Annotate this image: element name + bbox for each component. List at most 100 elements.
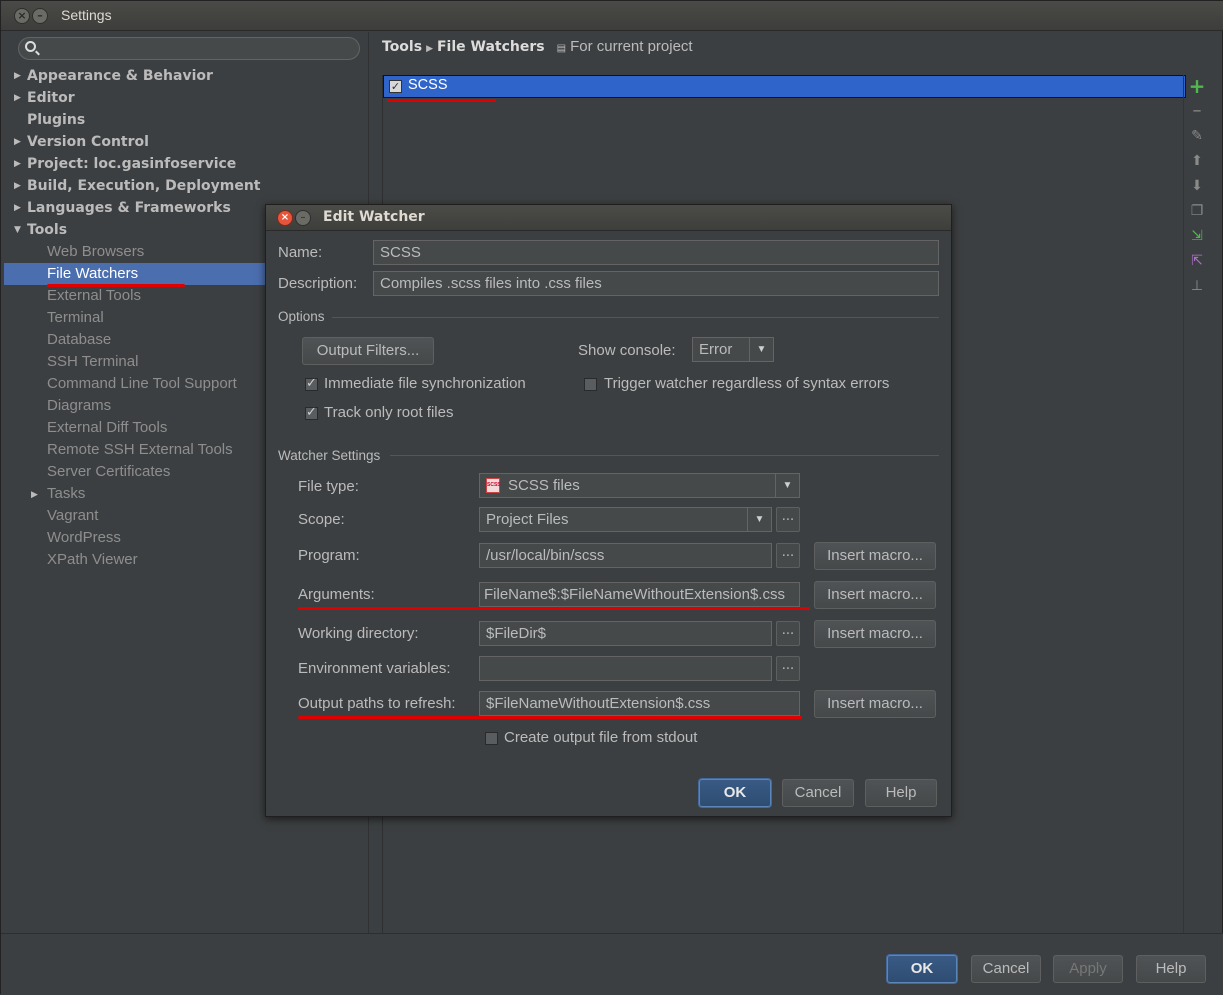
tree-item-file-watchers[interactable]: File Watchers: [47, 263, 138, 285]
tree-item-ssh-terminal[interactable]: SSH Terminal: [47, 351, 138, 373]
project-icon: ▤: [556, 43, 567, 54]
immediate-sync-label: Immediate file synchronization: [324, 375, 526, 392]
scope-select[interactable]: Project Files ▼: [479, 507, 772, 532]
file-type-label: File type:: [298, 478, 359, 495]
tree-item-project[interactable]: ▶ Project: loc.gasinfoservice: [14, 153, 236, 175]
tree-item-diagrams[interactable]: Diagrams: [47, 395, 111, 417]
show-console-label: Show console:: [578, 342, 676, 359]
working-dir-label: Working directory:: [298, 625, 419, 642]
output-filters-button[interactable]: Output Filters...: [302, 337, 434, 365]
tree-item-terminal[interactable]: Terminal: [47, 307, 104, 329]
edit-watcher-dialog: × – Edit Watcher Name: SCSS Description:…: [265, 204, 952, 817]
annotation-underline: [47, 284, 185, 287]
dialog-ok-button[interactable]: OK: [699, 779, 771, 807]
program-field[interactable]: /usr/local/bin/scss: [479, 543, 772, 568]
scss-file-icon: SCSS: [486, 478, 501, 493]
tree-item-wordpress[interactable]: WordPress: [47, 527, 121, 549]
tree-item-server-certs[interactable]: Server Certificates: [47, 461, 170, 483]
cancel-button[interactable]: Cancel: [971, 955, 1041, 983]
track-root-checkbox[interactable]: [305, 405, 318, 420]
env-vars-field[interactable]: [479, 656, 772, 681]
close-dialog-icon[interactable]: ×: [277, 210, 293, 226]
trigger-watcher-label: Trigger watcher regardless of syntax err…: [604, 375, 890, 392]
settings-window: × – Settings ▶ Appearance & Behavior ▶ Edi…: [0, 0, 1223, 995]
edit-icon[interactable]: ✎: [1188, 127, 1206, 145]
breadcrumb: Tools ▶ File Watchers ▤ For current project: [382, 38, 693, 55]
tree-item-tasks[interactable]: ▶ Tasks: [31, 483, 85, 505]
tree-item-appearance[interactable]: ▶ Appearance & Behavior: [14, 65, 213, 87]
immediate-sync-checkbox[interactable]: [305, 376, 318, 391]
title-bar: × – Settings: [1, 1, 1223, 31]
working-dir-insert-macro-button[interactable]: Insert macro...: [814, 620, 936, 648]
env-vars-browse-button[interactable]: ...: [776, 656, 800, 681]
show-console-select[interactable]: Error ▼: [692, 337, 774, 362]
chevron-down-icon: ▼: [747, 508, 771, 531]
tree-item-command-line[interactable]: Command Line Tool Support: [47, 373, 237, 395]
move-down-icon[interactable]: ⬇: [1188, 177, 1206, 195]
ok-button[interactable]: OK: [887, 955, 957, 983]
track-root-label: Track only root files: [324, 404, 454, 421]
tree-item-build[interactable]: ▶ Build, Execution, Deployment: [14, 175, 261, 197]
tree-item-external-diff[interactable]: External Diff Tools: [47, 417, 167, 439]
divider: [332, 317, 939, 318]
annotation-underline: [298, 716, 802, 719]
window-title: Settings: [61, 7, 112, 23]
description-label: Description:: [278, 275, 358, 292]
working-dir-browse-button[interactable]: ...: [776, 621, 800, 646]
scope-browse-button[interactable]: ...: [776, 507, 800, 532]
annotation-underline: [387, 99, 496, 102]
trigger-watcher-checkbox[interactable]: [584, 378, 597, 391]
add-icon[interactable]: +: [1188, 76, 1206, 96]
file-type-select[interactable]: SCSS SCSS files ▼: [479, 473, 800, 498]
minimize-dialog-icon[interactable]: –: [295, 210, 311, 226]
export-icon[interactable]: ⇱: [1188, 252, 1206, 270]
output-paths-label: Output paths to refresh:: [298, 695, 456, 712]
chevron-down-icon: ▼: [749, 338, 773, 361]
tree-item-vagrant[interactable]: Vagrant: [47, 505, 98, 527]
project-scope-label: ▤ For current project: [556, 38, 693, 55]
tree-item-plugins[interactable]: Plugins: [27, 109, 85, 131]
tree-item-xpath-viewer[interactable]: XPath Viewer: [47, 549, 138, 571]
working-dir-field[interactable]: $FileDir$: [479, 621, 772, 646]
program-browse-button[interactable]: ...: [776, 543, 800, 568]
watcher-settings-section-title: Watcher Settings: [278, 448, 381, 463]
tree-item-remote-ssh[interactable]: Remote SSH External Tools: [47, 439, 233, 461]
arguments-insert-macro-button[interactable]: Insert macro...: [814, 581, 936, 609]
output-paths-field[interactable]: $FileNameWithoutExtension$.css: [479, 691, 800, 716]
copy-icon[interactable]: ❐: [1188, 202, 1206, 220]
remove-icon[interactable]: –: [1188, 102, 1206, 120]
list-item[interactable]: ✓ SCSS: [383, 75, 1186, 98]
help-button[interactable]: Help: [1136, 955, 1206, 983]
env-vars-label: Environment variables:: [298, 660, 451, 677]
create-output-checkbox[interactable]: [485, 732, 498, 745]
arguments-field[interactable]: FileName$:$FileNameWithoutExtension$.css: [479, 582, 800, 607]
search-input[interactable]: [18, 37, 360, 60]
minimize-window-icon[interactable]: –: [32, 8, 48, 24]
create-output-label: Create output file from stdout: [504, 729, 698, 746]
tree-item-version-control[interactable]: ▶ Version Control: [14, 131, 149, 153]
watcher-enabled-checkbox[interactable]: ✓: [389, 80, 402, 93]
tree-item-web-browsers[interactable]: Web Browsers: [47, 241, 144, 263]
tree-item-database[interactable]: Database: [47, 329, 111, 351]
chevron-down-icon: ▼: [775, 474, 799, 497]
program-insert-macro-button[interactable]: Insert macro...: [814, 542, 936, 570]
tree-item-tools[interactable]: ▼ Tools: [14, 219, 67, 241]
dialog-cancel-button[interactable]: Cancel: [782, 779, 854, 807]
dialog-help-button[interactable]: Help: [865, 779, 937, 807]
tree-item-external-tools[interactable]: External Tools: [47, 285, 141, 307]
output-paths-insert-macro-button[interactable]: Insert macro...: [814, 690, 936, 718]
description-field[interactable]: Compiles .scss files into .css files: [373, 271, 939, 296]
list-toolbar: + – ✎ ⬆ ⬇ ❐ ⇲ ⇱ ⊥: [1183, 75, 1209, 933]
close-window-icon[interactable]: ×: [14, 8, 30, 24]
name-label: Name:: [278, 244, 323, 261]
move-up-icon[interactable]: ⬆: [1188, 152, 1206, 170]
stamp-icon[interactable]: ⊥: [1188, 277, 1206, 295]
tree-item-editor[interactable]: ▶ Editor: [14, 87, 75, 109]
breadcrumb-arrow-icon: ▶: [426, 44, 433, 54]
apply-button[interactable]: Apply: [1053, 955, 1123, 983]
name-field[interactable]: SCSS: [373, 240, 939, 265]
tree-item-languages[interactable]: ▶ Languages & Frameworks: [14, 197, 231, 219]
search-icon: [25, 41, 36, 52]
footer-bar: OK Cancel Apply Help: [1, 933, 1223, 995]
import-icon[interactable]: ⇲: [1188, 227, 1206, 245]
